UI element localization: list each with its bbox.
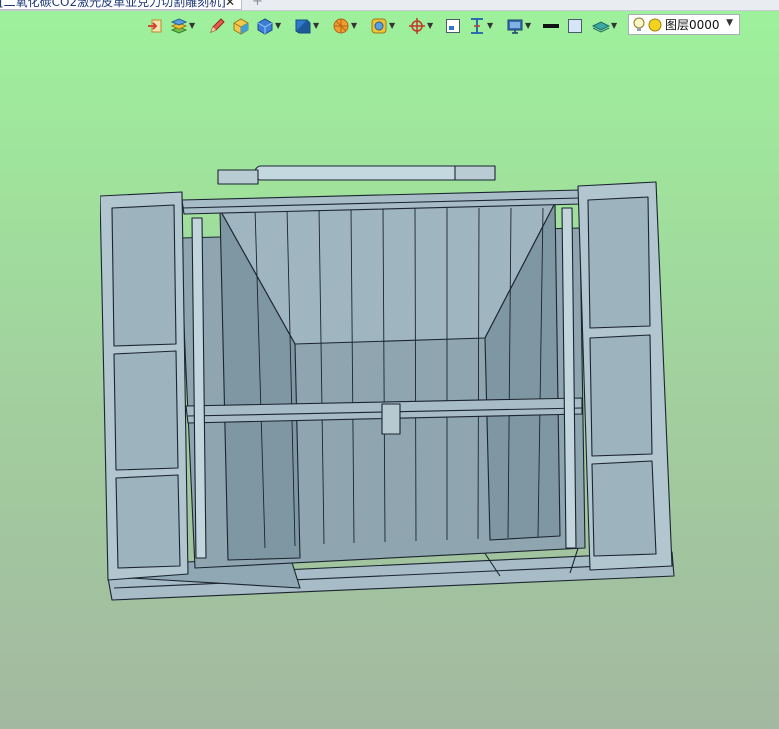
model-tube [254,165,461,181]
chevron-down-icon: ▼ [351,21,358,30]
yellow-circle-icon [648,18,662,31]
layer-select[interactable]: 图层0000 ▼ [628,14,740,35]
shading-icon [371,18,387,34]
chevron-down-icon: ▼ [726,18,733,28]
exit-sketch-icon [148,19,162,33]
chevron-down-icon: ▼ [389,21,396,30]
model-laser-head [381,403,401,435]
cube-dropdown[interactable]: ▼ [256,16,281,36]
document-tab[interactable]: [二氧化碳CO2激光皮革亚克力切割雕刻机] ✕ [0,0,242,10]
layers-stack-icon [170,18,188,34]
orange-sphere-icon [333,18,349,34]
frame-icon [446,19,460,33]
add-tab-icon[interactable]: + [252,0,263,9]
layers-dropdown[interactable]: ▼ [170,16,195,36]
pencil-button[interactable] [208,16,226,36]
chevron-down-icon: ▼ [275,21,282,30]
chevron-down-icon: ▼ [487,21,494,30]
chevron-down-icon: ▼ [189,21,196,30]
screen-dropdown[interactable]: ▼ [506,16,531,36]
chevron-down-icon: ▼ [611,21,618,30]
box-button[interactable] [232,16,250,36]
pivot-icon [409,18,425,34]
document-tab-title: [二氧化碳CO2激光皮革亚克力切割雕刻机] [0,0,226,9]
layer-select-value: 图层0000 [665,18,720,32]
display-mode-dropdown[interactable]: ▼ [294,16,319,36]
black-line-icon [543,24,559,28]
chevron-down-icon: ▼ [525,21,532,30]
color-button[interactable] [566,16,584,36]
pencil-icon [210,18,225,33]
render-dropdown[interactable]: ▼ [332,16,357,36]
solid-display-icon [295,19,311,34]
close-icon[interactable]: ✕ [225,0,235,10]
3d-viewport[interactable] [0,40,779,729]
dimension-dropdown[interactable]: ▼ [468,16,493,36]
shading-dropdown[interactable]: ▼ [370,16,395,36]
plane-dropdown[interactable]: ▼ [592,16,617,36]
line-style-button[interactable] [542,16,560,36]
display-toolbar: ▼ ▼ ▼ ▼ ▼ ▼ ▼ ▼ ▼ 图层0000 ▼ [142,13,762,39]
cube-blue-icon [257,18,273,35]
frame-button[interactable] [444,16,462,36]
chevron-down-icon: ▼ [427,21,434,30]
dimension-icon [471,18,483,34]
document-tab-bar: [二氧化碳CO2激光皮革亚克力切割雕刻机] ✕ + [0,0,779,11]
chevron-down-icon: ▼ [313,21,320,30]
lightbulb-icon [633,17,645,31]
screen-icon [507,19,523,34]
plane-icon [592,21,610,33]
color-swatch-icon [568,19,582,33]
pivot-dropdown[interactable]: ▼ [408,16,433,36]
box-yellow-icon [233,18,249,35]
exit-sketch-button[interactable] [146,16,164,36]
laser-cutter-model [100,165,675,601]
